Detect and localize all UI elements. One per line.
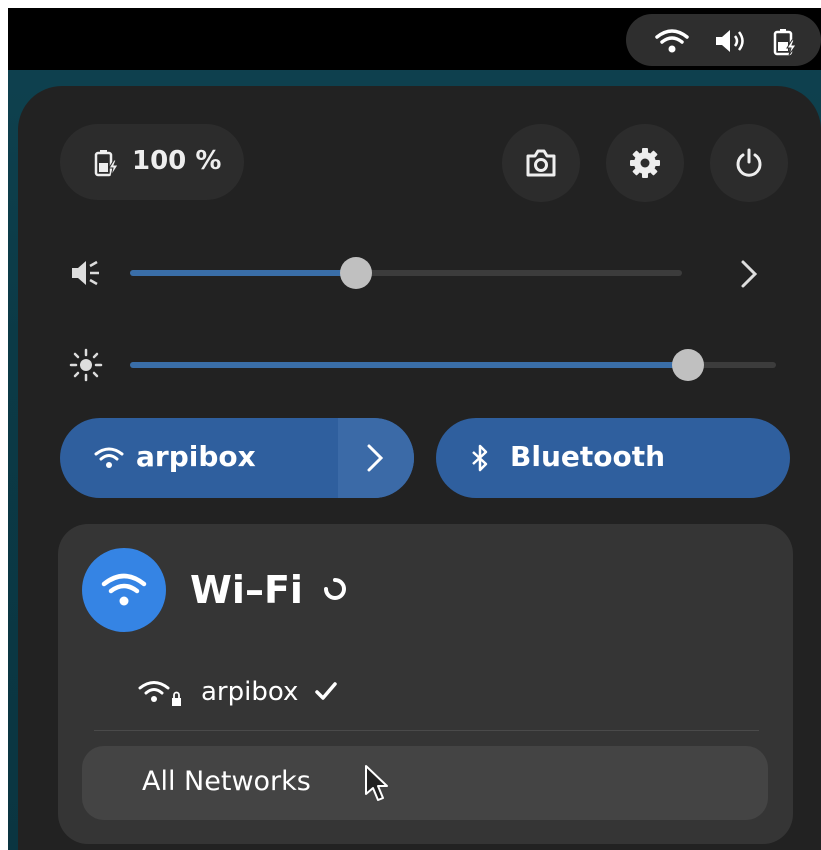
wifi-toggle-label: arpibox [136, 440, 256, 473]
volume-slider-fill [130, 270, 356, 276]
divider [94, 730, 759, 731]
bluetooth-toggle-label: Bluetooth [510, 440, 666, 473]
bluetooth-toggle[interactable]: Bluetooth [436, 418, 790, 498]
desktop: 100 % arpibox Bluetooth Wi–Fi arpibox Al… [8, 8, 821, 850]
wifi-toggle[interactable]: arpibox [60, 418, 414, 498]
quick-settings-panel: 100 % arpibox Bluetooth Wi–Fi arpibox Al… [18, 86, 821, 850]
wifi-secured-icon [138, 678, 184, 712]
wifi-icon [94, 446, 124, 474]
battery-charging-icon [94, 148, 120, 182]
loading-spinner-icon [322, 576, 348, 606]
wifi-icon [654, 28, 690, 58]
volume-icon [714, 28, 748, 58]
speaker-icon[interactable] [68, 256, 102, 294]
brightness-slider-fill [130, 362, 686, 368]
all-networks-label: All Networks [142, 766, 311, 797]
wifi-header-icon-circle [82, 548, 166, 632]
settings-button[interactable] [606, 124, 684, 202]
brightness-slider-handle[interactable] [672, 349, 704, 381]
checkmark-icon [314, 680, 338, 706]
mouse-pointer-icon [364, 764, 390, 808]
wifi-menu: Wi–Fi arpibox All Networks [58, 524, 793, 844]
wifi-icon [101, 572, 147, 612]
sun-icon [69, 348, 103, 386]
wifi-menu-title: Wi–Fi [190, 568, 303, 612]
top-bar [8, 8, 821, 70]
gear-icon [629, 147, 661, 183]
chevron-right-icon [364, 442, 386, 478]
wifi-menu-expand-button[interactable] [338, 418, 414, 498]
system-status-area[interactable] [626, 14, 821, 66]
screenshot-button[interactable] [502, 124, 580, 202]
bluetooth-icon [470, 443, 490, 477]
camera-icon [525, 148, 557, 182]
battery-percentage: 100 % [132, 146, 222, 176]
network-name: arpibox [201, 677, 299, 707]
volume-slider[interactable] [130, 270, 682, 276]
all-networks-button[interactable]: All Networks [82, 746, 768, 820]
power-icon [734, 147, 764, 183]
battery-button[interactable]: 100 % [60, 124, 244, 200]
power-button[interactable] [710, 124, 788, 202]
volume-slider-handle[interactable] [340, 257, 372, 289]
chevron-right-icon[interactable] [738, 258, 760, 294]
network-item-arpibox[interactable]: arpibox [138, 674, 378, 714]
battery-charging-icon [772, 28, 798, 60]
